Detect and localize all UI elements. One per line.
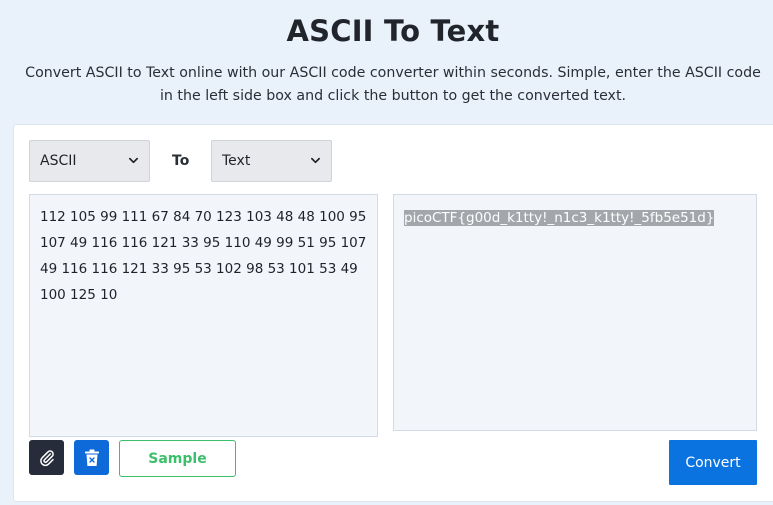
page-subtitle: Convert ASCII to Text online with our AS… (25, 65, 761, 104)
to-label: To (172, 153, 190, 169)
text-output-value: picoCTF{g00d_k1tty!_n1c3_k1tty!_5fb5e51d… (404, 210, 715, 226)
chevron-down-icon (129, 157, 138, 164)
paperclip-icon (39, 449, 54, 466)
page-title: ASCII To Text (286, 14, 500, 48)
text-output-area[interactable]: picoCTF{g00d_k1tty!_n1c3_k1tty!_5fb5e51d… (393, 194, 757, 431)
trash-icon (84, 449, 99, 466)
to-format-value: Text (222, 153, 251, 169)
chevron-down-icon (311, 157, 320, 164)
convert-button[interactable]: Convert (669, 440, 757, 485)
to-format-select[interactable]: Text (211, 140, 332, 182)
ascii-input-value: 112 105 99 111 67 84 70 123 103 48 48 10… (40, 209, 367, 303)
sample-button[interactable]: Sample (119, 440, 236, 477)
from-format-value: ASCII (40, 153, 77, 169)
ascii-input-textarea[interactable]: 112 105 99 111 67 84 70 123 103 48 48 10… (29, 194, 378, 437)
from-format-select[interactable]: ASCII (29, 140, 150, 182)
clear-button[interactable] (74, 440, 109, 475)
attach-file-button[interactable] (29, 440, 64, 475)
